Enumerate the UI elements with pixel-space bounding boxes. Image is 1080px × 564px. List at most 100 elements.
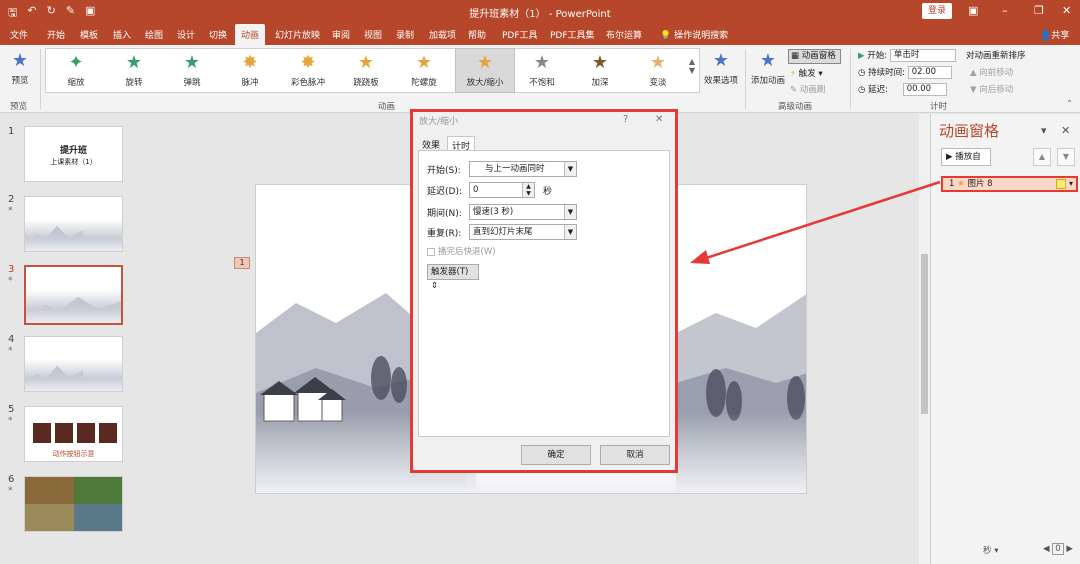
start-select[interactable]: 单击时: [889, 49, 956, 62]
animation-painter-button[interactable]: ✎ 动画刷: [790, 83, 825, 95]
seconds-dropdown[interactable]: 秒 ▾: [983, 544, 998, 556]
gallery-scroll-icon[interactable]: ▲ ▼: [686, 57, 698, 75]
minimize-icon[interactable]: –: [1002, 4, 1008, 17]
lightbulb-icon: 💡: [660, 31, 675, 41]
slide-thumb-1[interactable]: 提升班 上课素材（1）: [24, 126, 123, 182]
anim-pulse[interactable]: ✸ 脉冲: [229, 53, 271, 89]
timeline-zoom[interactable]: ◀ 0 ▶: [1043, 543, 1073, 555]
chevron-down-icon: ▼: [564, 205, 576, 219]
share-button[interactable]: 👤共享: [1040, 28, 1069, 41]
star-icon: ★: [125, 52, 143, 73]
tab-review[interactable]: 审阅: [332, 28, 350, 41]
tab-transitions[interactable]: 切换: [209, 28, 227, 41]
tab-addins[interactable]: 加载项: [429, 28, 456, 41]
anim-darken[interactable]: ★ 加深: [579, 53, 621, 89]
tab-design[interactable]: 设计: [177, 28, 195, 41]
pane-close-icon[interactable]: ✕: [1061, 124, 1070, 137]
cancel-button[interactable]: 取消: [600, 445, 670, 465]
tab-template[interactable]: 模板: [80, 28, 98, 41]
tell-me-search[interactable]: 💡 操作说明搜索: [660, 28, 728, 41]
duration-select[interactable]: 慢速(3 秒) ▼: [469, 204, 577, 220]
move-down-icon[interactable]: ▼: [1057, 148, 1075, 166]
grow-shrink-dialog: 放大/缩小 ? ✕ 效果 计时 开始(S): 与上一动画同时 ▼ 延迟(D): …: [410, 109, 678, 473]
animation-pane-button[interactable]: ▦ 动画窗格: [788, 49, 841, 64]
thumb-dark-block: [77, 423, 95, 443]
anim-zoom[interactable]: ✦ 缩放: [55, 53, 97, 89]
dialog-close-icon[interactable]: ✕: [655, 114, 663, 125]
anim-color-pulse[interactable]: ✸ 彩色脉冲: [287, 53, 329, 89]
slide-thumb-2[interactable]: [24, 196, 123, 252]
group-label-timing: 计时: [930, 102, 948, 112]
pane-dropdown-icon[interactable]: ▾: [1041, 124, 1047, 137]
vertical-scrollbar[interactable]: [919, 114, 930, 564]
anim-bounce[interactable]: ★ 弹跳: [171, 53, 213, 89]
preview-button[interactable]: ★ 预览: [6, 50, 34, 87]
animation-list-item[interactable]: 1 ★ 图片 8 ▾: [941, 176, 1078, 192]
spinner-icon[interactable]: ▲ ▼: [522, 183, 534, 197]
repeat-label: 重复(R):: [427, 229, 462, 239]
tab-help[interactable]: 帮助: [468, 28, 486, 41]
tab-insert[interactable]: 插入: [113, 28, 131, 41]
scrollbar-thumb[interactable]: [921, 254, 928, 414]
tab-home[interactable]: 开始: [47, 28, 65, 41]
effect-options-button[interactable]: ★ 效果选项: [701, 50, 741, 87]
tab-file[interactable]: 文件: [10, 28, 28, 41]
move-later-button[interactable]: ▼ 向后移动: [970, 83, 1013, 95]
anim-spin-top[interactable]: ★ 陀螺旋: [403, 53, 445, 89]
delay-setting: ◷ 延迟: 00.00: [858, 83, 947, 96]
maximize-icon[interactable]: ❐: [1034, 4, 1044, 17]
anim-teeter[interactable]: ★ 跷跷板: [345, 53, 387, 89]
play-from-button[interactable]: ▶ 播放自: [941, 148, 991, 166]
help-icon[interactable]: ?: [623, 114, 628, 125]
close-icon[interactable]: ✕: [1062, 4, 1071, 17]
tab-record[interactable]: 录制: [396, 28, 414, 41]
tab-pdf-tools[interactable]: PDF工具: [502, 28, 538, 41]
start-select[interactable]: 与上一动画同时 ▼: [469, 161, 577, 177]
item-dropdown-icon[interactable]: ▾: [1069, 178, 1073, 190]
slide-thumb-4[interactable]: [24, 336, 123, 392]
slide-thumb-6[interactable]: [24, 476, 123, 532]
group-label-animation: 动画: [378, 102, 396, 112]
anim-lighten[interactable]: ★ 变淡: [637, 52, 679, 89]
anim-desaturate[interactable]: ★ 不饱和: [521, 52, 563, 89]
timing-bar: [1056, 179, 1066, 189]
login-button[interactable]: 登录: [922, 3, 952, 19]
tab-animations[interactable]: 动画: [235, 24, 266, 45]
tab-view[interactable]: 视图: [364, 28, 382, 41]
trigger-button[interactable]: ⚡ 触发 ▾: [790, 67, 823, 79]
delay-input[interactable]: 00.00: [902, 83, 947, 96]
thumb-mist: [25, 358, 122, 391]
star-icon: ★: [649, 52, 667, 73]
thumb-dark-block: [99, 423, 117, 443]
delay-input[interactable]: 0 ▲ ▼: [469, 182, 535, 198]
tab-draw[interactable]: 绘图: [145, 28, 163, 41]
anim-grow-shrink[interactable]: ★ 放大/缩小: [461, 53, 509, 89]
duration-input[interactable]: 02.00: [907, 66, 952, 79]
tab-pdf-toolset[interactable]: PDF工具集: [550, 28, 595, 41]
star-icon: ★: [957, 179, 965, 189]
repeat-select[interactable]: 直到幻灯片末尾 ▼: [469, 224, 577, 240]
slide-thumb-3[interactable]: [24, 265, 123, 325]
thumb-photo: [25, 504, 74, 531]
ribbon-separator: [745, 49, 746, 109]
start-setting: ▶ 开始: 单击时: [858, 49, 956, 62]
tab-slideshow[interactable]: 幻灯片放映: [275, 28, 320, 41]
star-icon: ★: [533, 52, 551, 73]
thumb-photo: [73, 477, 122, 504]
animation-tag[interactable]: 1: [234, 257, 250, 269]
reorder-label: 对动画重新排序: [966, 51, 1026, 61]
rewind-checkbox[interactable]: 播完后快退(W): [427, 245, 496, 257]
preview-star-icon: ★: [11, 50, 29, 71]
move-up-icon[interactable]: ▲: [1033, 148, 1051, 166]
collapse-ribbon-icon[interactable]: ⌃: [1066, 99, 1073, 109]
ok-button[interactable]: 确定: [521, 445, 591, 465]
add-animation-button[interactable]: ★ 添加动画: [750, 51, 786, 87]
star-icon: ★: [712, 50, 730, 71]
ribbon-display-icon[interactable]: ▣: [968, 4, 978, 17]
play-icon: ▶: [858, 51, 868, 61]
slide-thumb-5[interactable]: 动作按钮示意: [24, 406, 123, 462]
move-earlier-button[interactable]: ▲ 向前移动: [970, 66, 1013, 78]
anim-spin[interactable]: ★ 旋转: [113, 52, 155, 89]
tab-boolean[interactable]: 布尔运算: [606, 28, 642, 41]
trigger-toggle-button[interactable]: 触发器(T) ⇕: [427, 264, 479, 291]
